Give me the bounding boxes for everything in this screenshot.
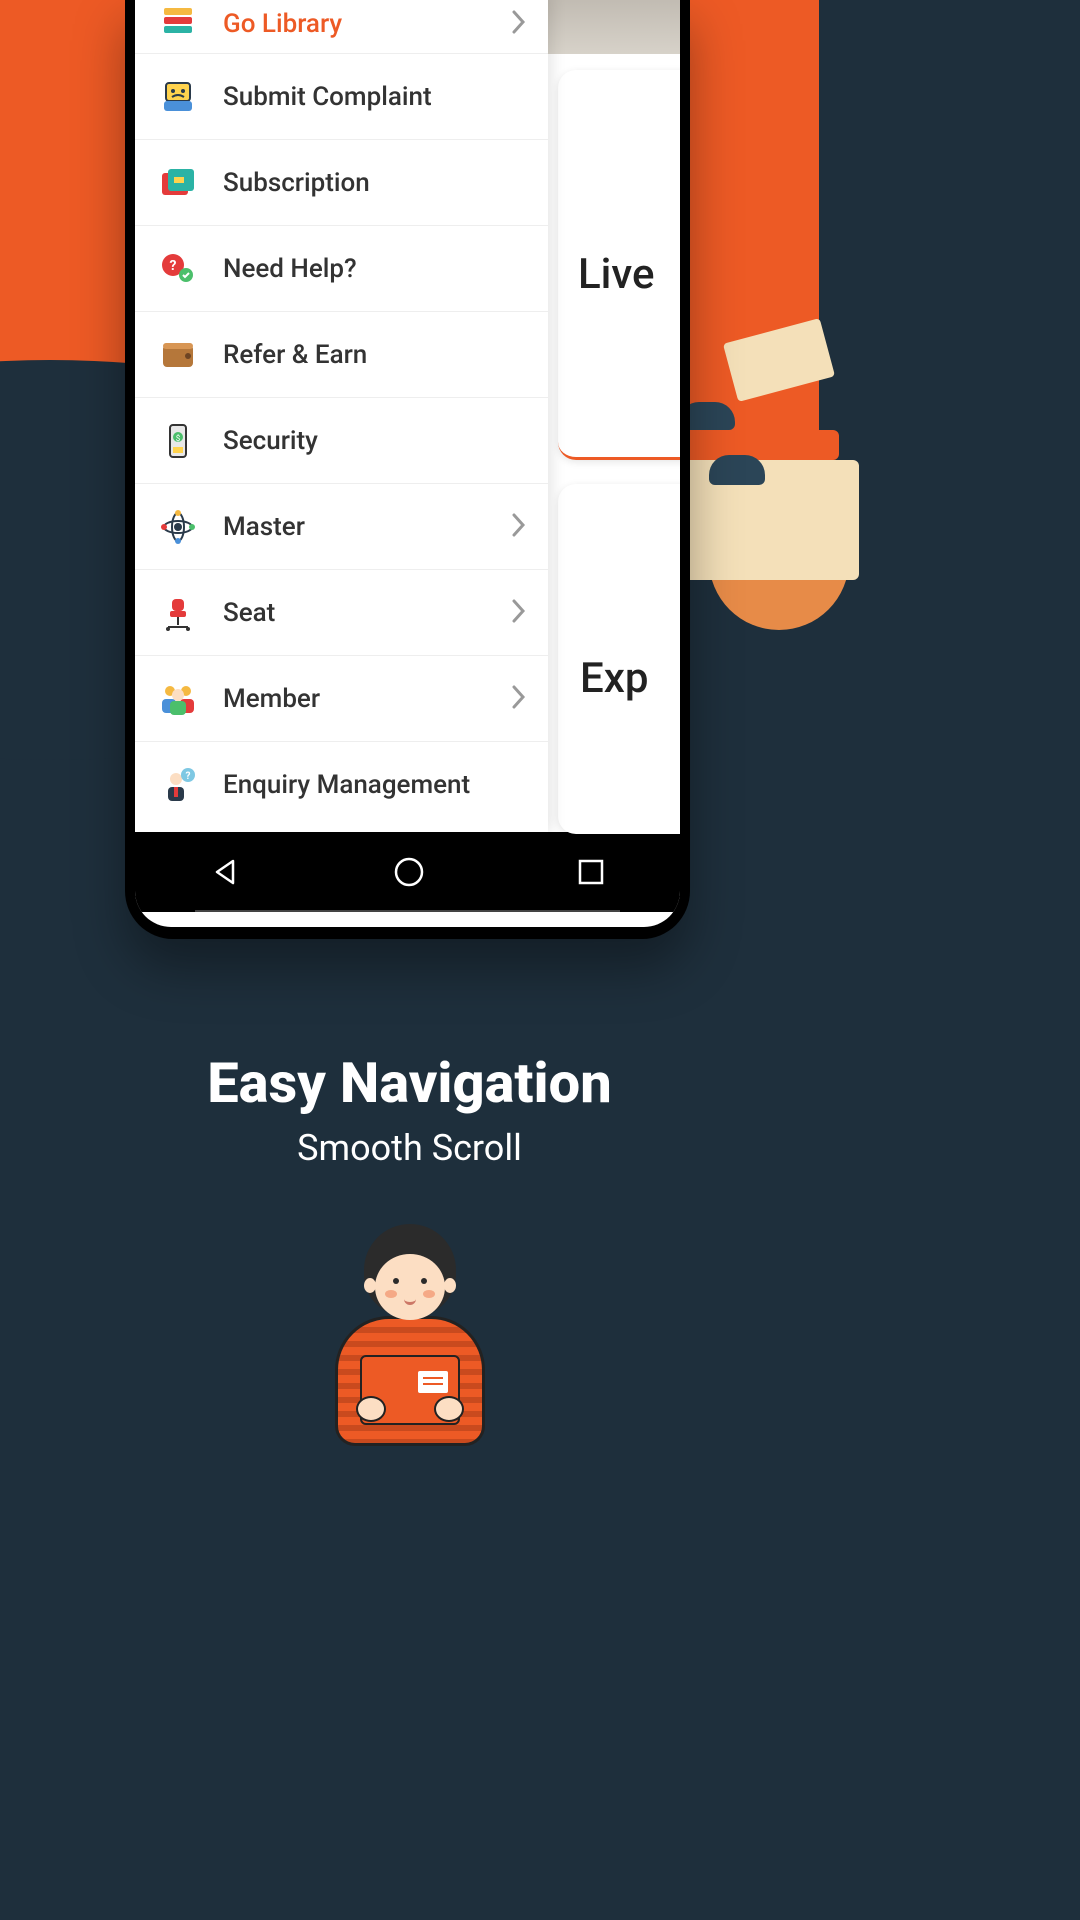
sidebar-item-enquiry-management[interactable]: ? Enquiry Management: [135, 742, 548, 828]
enquiry-icon: ?: [157, 764, 199, 806]
sidebar-item-label: Need Help?: [223, 254, 526, 284]
chevron-right-icon: [510, 512, 526, 542]
card-label: Exp: [580, 654, 648, 703]
card-exp[interactable]: Exp: [558, 484, 680, 834]
sidebar-item-security[interactable]: $ Security: [135, 398, 548, 484]
sidebar-item-label: Member: [223, 684, 510, 714]
chevron-right-icon: [510, 598, 526, 628]
card-live[interactable]: Live: [558, 70, 680, 460]
svg-text:?: ?: [186, 771, 191, 782]
sidebar-item-label: Seat: [223, 598, 510, 628]
reader-illustration: [679, 180, 879, 630]
sidebar-item-submit-complaint[interactable]: Submit Complaint: [135, 54, 548, 140]
sidebar-item-label: Go Library: [223, 9, 510, 39]
promo-title: Easy Navigation: [0, 1050, 819, 1116]
home-icon[interactable]: [392, 855, 426, 893]
member-icon: [157, 678, 199, 720]
complaint-icon: [157, 76, 199, 118]
master-icon: [157, 506, 199, 548]
content-behind: Live Exp: [548, 0, 680, 832]
svg-text:$: $: [176, 434, 181, 443]
sidebar-item-label: Refer & Earn: [223, 340, 526, 370]
help-icon: ?: [157, 248, 199, 290]
sidebar-item-need-help[interactable]: ? Need Help?: [135, 226, 548, 312]
books-icon: [157, 3, 199, 45]
svg-text:?: ?: [170, 258, 177, 274]
student-illustration: [300, 1220, 520, 1460]
chevron-right-icon: [510, 684, 526, 714]
sidebar-item-label: Submit Complaint: [223, 82, 526, 112]
sidebar-item-seat[interactable]: Seat: [135, 570, 548, 656]
phone-frame: Live Exp Go Library: [125, 0, 690, 939]
subscription-icon: [157, 162, 199, 204]
card-label: Live: [578, 250, 654, 299]
recent-icon[interactable]: [577, 858, 605, 890]
sidebar-item-label: Enquiry Management: [223, 770, 526, 800]
security-icon: $: [157, 420, 199, 462]
sidebar-item-label: Master: [223, 512, 510, 542]
sidebar-item-label: Security: [223, 426, 526, 456]
android-nav-bar: [135, 832, 680, 912]
sidebar-item-go-library[interactable]: Go Library: [135, 0, 548, 54]
sidebar-item-member[interactable]: Member: [135, 656, 548, 742]
sidebar-item-subscription[interactable]: Subscription: [135, 140, 548, 226]
wallet-icon: [157, 334, 199, 376]
chevron-right-icon: [510, 9, 526, 39]
promo-subtitle: Smooth Scroll: [0, 1127, 819, 1169]
sidebar-item-refer-earn[interactable]: Refer & Earn: [135, 312, 548, 398]
back-icon[interactable]: [211, 857, 241, 891]
sidebar-item-label: Subscription: [223, 168, 526, 198]
seat-icon: [157, 592, 199, 634]
navigation-drawer: Go Library Submit Complaint Subscription: [135, 0, 548, 832]
sidebar-item-master[interactable]: Master: [135, 484, 548, 570]
